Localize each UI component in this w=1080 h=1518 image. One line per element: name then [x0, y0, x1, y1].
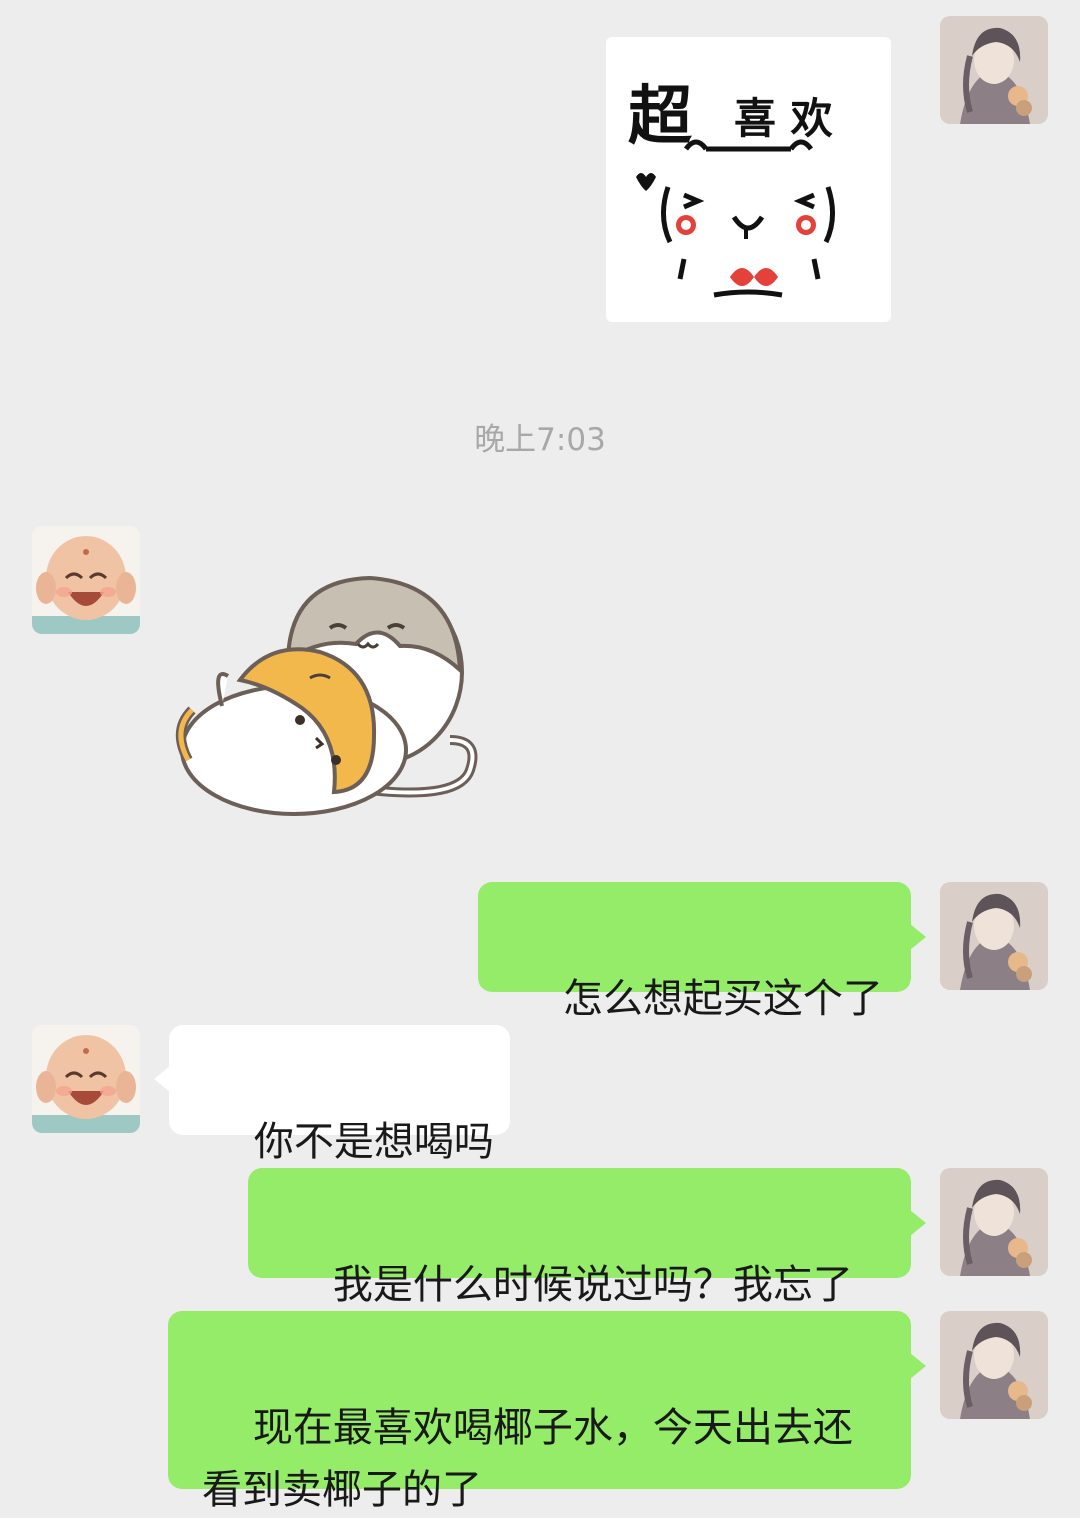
- message-bubble-incoming[interactable]: 你不是想喝吗: [169, 1025, 510, 1165]
- sticker-caption-rest: 喜 欢: [734, 94, 833, 143]
- message-text: 我是什么时候说过吗？我忘了: [332, 1262, 853, 1308]
- my-avatar[interactable]: [940, 882, 1048, 990]
- bubble-tail: [154, 1066, 170, 1092]
- message-bubble-outgoing[interactable]: 我是什么时候说过吗？我忘了: [248, 1168, 911, 1308]
- message-text: 怎么想起买这个了: [562, 976, 883, 1022]
- anime-portrait-icon: [940, 1168, 1048, 1276]
- message-timestamp: 晚上7:03: [474, 422, 606, 458]
- smiling-buddha-avatar-icon: [32, 526, 140, 634]
- message-bubble-outgoing[interactable]: 现在最喜欢喝椰子水，今天出去还 看到卖椰子的了: [168, 1311, 911, 1513]
- sticker-caption-big: 超: [628, 80, 692, 154]
- love-sticker[interactable]: 超 喜 欢: [606, 37, 891, 322]
- message-bubble-outgoing[interactable]: 怎么想起买这个了: [478, 882, 911, 1022]
- anime-portrait-icon: [940, 1311, 1048, 1419]
- my-avatar[interactable]: [940, 1311, 1048, 1419]
- my-avatar[interactable]: [940, 1168, 1048, 1276]
- cats-hug-sticker[interactable]: [170, 560, 490, 825]
- two-cats-hugging-icon: [176, 575, 478, 816]
- their-avatar[interactable]: [32, 526, 140, 634]
- smiling-buddha-avatar-icon: [32, 1025, 140, 1133]
- bubble-tail: [910, 1210, 926, 1236]
- bubble-tail: [910, 1353, 926, 1379]
- their-avatar[interactable]: [32, 1025, 140, 1133]
- my-avatar[interactable]: [940, 16, 1048, 124]
- message-text: 你不是想喝吗: [253, 1119, 494, 1165]
- bubble-tail: [910, 924, 926, 950]
- message-text: 现在最喜欢喝椰子水，今天出去还 看到卖椰子的了: [202, 1405, 853, 1513]
- anime-portrait-icon: [940, 16, 1048, 124]
- chat-screen: 超 喜 欢 晚上7:03 怎么想起买这个了 你不是想喝吗 我是什么时候说过吗？我…: [0, 0, 1080, 1518]
- anime-portrait-icon: [940, 882, 1048, 990]
